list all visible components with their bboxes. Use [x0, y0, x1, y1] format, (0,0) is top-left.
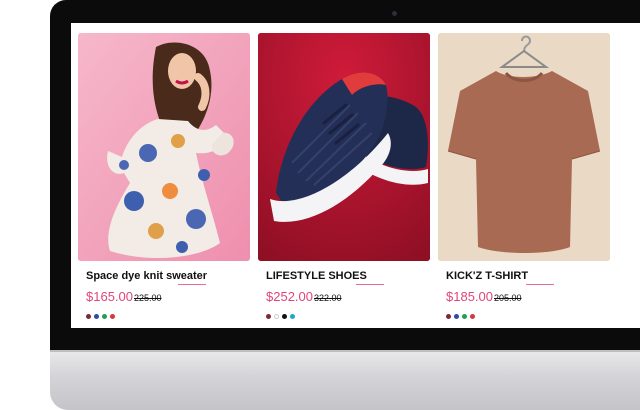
color-swatches	[86, 314, 115, 319]
product-card[interactable]: LIFESTYLE SHOES $252.00 322.00	[258, 33, 430, 319]
color-swatch[interactable]	[290, 314, 295, 319]
color-swatch[interactable]	[274, 314, 279, 319]
monitor-chin	[50, 350, 640, 410]
product-grid-screen: Space dye knit sweater $165.00 225.00 LI…	[71, 23, 640, 328]
product-price: $185.00	[446, 289, 493, 304]
sneakers-image	[258, 33, 430, 261]
chin-divider	[50, 350, 640, 352]
color-swatches	[266, 314, 295, 319]
product-image[interactable]	[438, 33, 610, 261]
product-old-price: 205.00	[494, 293, 522, 303]
product-image[interactable]	[258, 33, 430, 261]
product-old-price: 225.00	[134, 293, 162, 303]
color-swatch[interactable]	[282, 314, 287, 319]
tshirt-on-hanger-image	[438, 33, 610, 261]
color-swatch[interactable]	[462, 314, 467, 319]
color-swatch[interactable]	[266, 314, 271, 319]
product-card[interactable]: KICK'Z T-SHIRT $185.00 205.00	[438, 33, 610, 319]
product-card[interactable]: Space dye knit sweater $165.00 225.00	[78, 33, 250, 319]
product-image[interactable]	[78, 33, 250, 261]
product-price: $165.00	[86, 289, 133, 304]
color-swatch[interactable]	[446, 314, 451, 319]
product-title[interactable]: LIFESTYLE SHOES	[266, 270, 367, 282]
color-swatch[interactable]	[102, 314, 107, 319]
camera-icon	[392, 11, 397, 16]
product-title[interactable]: KICK'Z T-SHIRT	[446, 270, 528, 282]
product-title[interactable]: Space dye knit sweater	[86, 270, 207, 282]
title-underline	[356, 284, 384, 285]
color-swatch[interactable]	[94, 314, 99, 319]
color-swatches	[446, 314, 475, 319]
color-swatch[interactable]	[110, 314, 115, 319]
title-underline	[178, 284, 206, 285]
woman-in-floral-dress-image	[78, 33, 250, 261]
product-old-price: 322.00	[314, 293, 342, 303]
title-underline	[526, 284, 554, 285]
color-swatch[interactable]	[470, 314, 475, 319]
color-swatch[interactable]	[454, 314, 459, 319]
color-swatch[interactable]	[86, 314, 91, 319]
product-price: $252.00	[266, 289, 313, 304]
